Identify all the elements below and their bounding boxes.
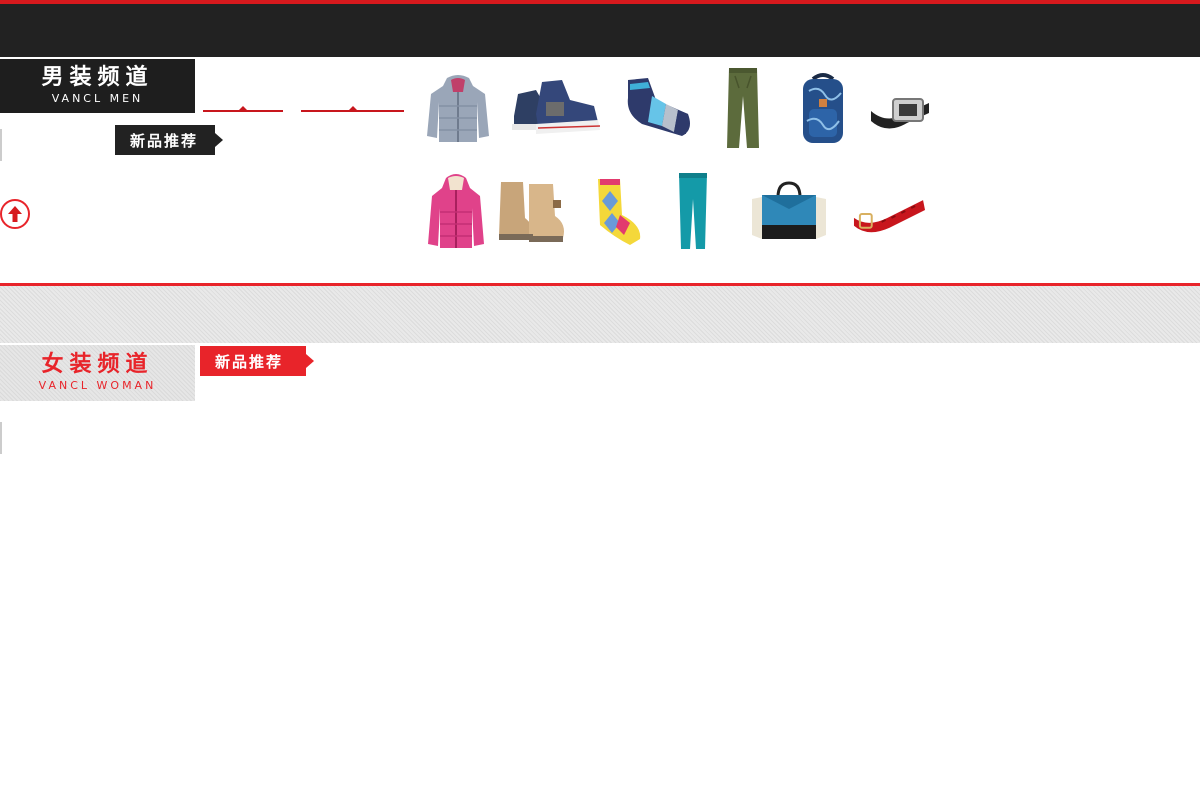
snow-boots-tan-icon [498,181,564,242]
men-tab-indicator-1[interactable] [203,106,283,112]
backpack-blue-print-icon [802,72,843,143]
product-men-pants[interactable] [705,65,780,150]
product-men-backpack[interactable] [785,65,860,150]
men-tab-indicator-2[interactable] [301,106,404,112]
chino-pants-olive-icon [726,67,759,148]
skinny-jeans-teal-icon [678,172,707,249]
women-new-arrivals-badge: 新品推荐 [200,346,314,376]
men-channel-label[interactable]: 男装频道 VANCL MEN [0,59,195,113]
puffer-jacket-grey-icon [426,74,489,142]
scroll-up-button[interactable] [0,199,30,229]
puffer-jacket-pink-icon [427,173,484,248]
women-side-marker [0,422,2,454]
product-pink-jacket[interactable] [418,168,493,253]
section-divider [0,283,1200,343]
men-new-arrivals-badge: 新品推荐 [115,125,223,155]
striped-sock-blue-icon [627,77,690,136]
product-men-sneakers[interactable] [508,65,603,150]
high-top-sneaker-navy-icon [511,79,600,134]
product-men-jacket[interactable] [420,65,495,150]
arrow-up-icon [8,206,22,222]
top-nav-bar [0,0,1200,57]
argyle-sock-yellow-icon [597,178,640,245]
women-channel-subtitle: VANCL WOMAN [38,379,157,392]
handbag-blue-icon [752,180,826,239]
men-side-marker [0,129,2,161]
woven-belt-red-icon [853,199,926,232]
men-channel-title: 男装频道 [41,65,154,90]
product-teal-jeans[interactable] [655,168,730,253]
product-argyle-socks[interactable] [580,168,655,253]
product-handbag[interactable] [748,168,830,253]
women-channel-label[interactable]: 女装频道 VANCL WOMAN [0,345,195,401]
product-red-belt[interactable] [852,168,927,253]
men-channel-subtitle: VANCL MEN [51,92,144,105]
women-channel-title: 女装频道 [41,352,154,377]
product-men-socks[interactable] [620,65,695,150]
leather-belt-black-icon [870,97,929,129]
product-boots[interactable] [493,168,568,253]
product-men-belt[interactable] [862,65,937,150]
